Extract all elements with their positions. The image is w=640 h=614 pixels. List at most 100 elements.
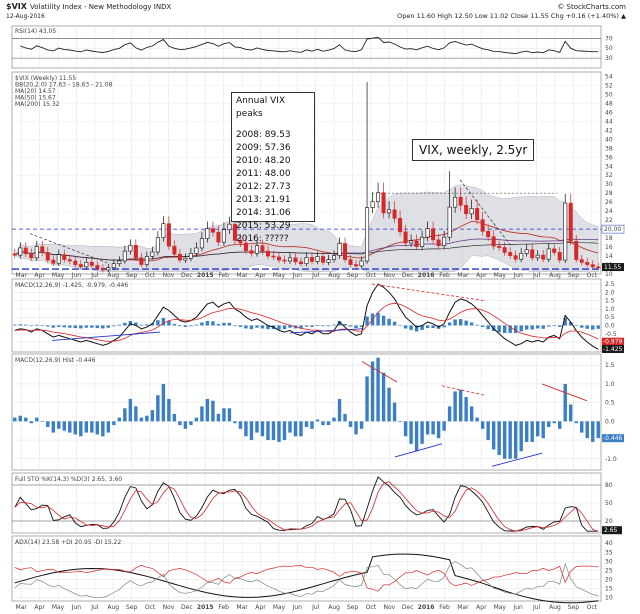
y-tick-label: 0.5 <box>605 400 615 407</box>
macd-hist-bar <box>40 325 44 327</box>
macd-panel-frame <box>11 278 602 353</box>
candle <box>491 236 496 247</box>
chart-date: 12-Aug-2016 <box>6 13 45 20</box>
panels: 70 50 30 RSI(14) 43.05 54 52 50 48 46 44 42 40 38 36 3… <box>11 25 625 604</box>
macd-hist-bar <box>18 324 22 326</box>
candle <box>557 252 562 261</box>
chart-canvas: $VIX Volatility Index - New Methodology … <box>6 2 626 611</box>
x-tick-label: Feb <box>218 272 229 279</box>
hist-bar <box>332 417 336 422</box>
y-tick-label: 26 <box>605 199 613 206</box>
hist-bar <box>51 421 55 433</box>
hist-bar <box>502 421 507 459</box>
hist-bar <box>293 421 298 437</box>
x-tick-label: Apr <box>34 604 45 611</box>
hist-bar <box>255 421 259 433</box>
hist-bar <box>354 421 358 435</box>
y-tick-label: 14 <box>605 253 613 260</box>
x-tick-label: Jun <box>71 604 82 611</box>
hist-bar <box>106 421 111 433</box>
y-tick-label: 50 <box>605 91 613 98</box>
candle <box>420 236 425 247</box>
candle <box>442 236 447 247</box>
hist-bar <box>387 387 391 422</box>
y-tick-label: 0.0 <box>605 322 615 329</box>
annual-peaks-box: Annual VIX peaks 2008: 89.53 2009: 57.36… <box>231 92 315 244</box>
x-tick-label: 2015 <box>197 604 214 611</box>
header: $VIX Volatility Index - New Methodology … <box>6 2 626 20</box>
macd-hist-bar <box>106 325 111 328</box>
hist-bar <box>524 421 529 442</box>
hist-bar <box>486 421 490 441</box>
hist-bar <box>591 421 595 442</box>
x-tick-label: Oct <box>587 604 598 611</box>
hist-bar <box>128 398 133 422</box>
value-tag: -1.425 <box>603 346 623 353</box>
hist-bar <box>299 421 303 437</box>
macd-hist-bar <box>403 325 408 329</box>
peak-line: 2013: 21.91 <box>236 195 291 205</box>
candle <box>84 262 89 268</box>
x-tick-label: Aug <box>107 604 119 611</box>
y-tick-label: 38 <box>605 145 613 152</box>
hist-bar <box>563 383 567 422</box>
hist-bar <box>271 421 276 441</box>
y-tick-label: 16 <box>605 244 613 251</box>
hist-bar <box>420 421 424 444</box>
y-tick-label: 1.5 <box>605 298 615 305</box>
macd-hist-bar <box>101 325 105 329</box>
hist-bar <box>464 397 468 422</box>
hist-bar <box>508 421 512 459</box>
candle <box>343 243 348 260</box>
x-tick-label: Apr <box>476 604 487 611</box>
macd-hist-bar <box>238 325 243 327</box>
macd-hist-bar <box>200 322 204 326</box>
macd-hist-bar <box>596 325 600 329</box>
y-tick-label: 10 <box>605 594 613 601</box>
candle <box>337 243 342 256</box>
hist-bar <box>288 421 292 433</box>
y-tick-label: 0.5 <box>605 314 615 321</box>
hist-bar <box>233 421 237 424</box>
macd-hist-bar <box>211 321 215 326</box>
x-tick-label: Nov <box>163 272 175 279</box>
x-tick-label: Jul <box>532 604 541 611</box>
x-tick-label: Dec <box>181 272 193 279</box>
hist-bar <box>13 417 17 422</box>
hist-bar <box>409 421 413 444</box>
x-tick-label: Jun <box>512 272 523 279</box>
rsi-panel: 70 50 30 RSI(14) 43.05 <box>11 25 613 69</box>
candle <box>210 228 215 233</box>
macd-hist-bar <box>123 322 127 326</box>
macd-hist-bar <box>260 325 265 329</box>
macd-hist-bar <box>282 325 287 330</box>
value-tag: -0.446 <box>603 435 623 442</box>
x-tick-label: Mar <box>236 604 248 611</box>
y-tick-label: 36 <box>605 154 613 161</box>
macd-hist-bar <box>519 325 523 332</box>
x-tick-label: Dec <box>181 604 193 611</box>
x-tick-label: May <box>494 272 507 279</box>
hist-bar <box>585 421 589 439</box>
candle <box>464 205 469 215</box>
candle <box>590 264 595 268</box>
x-tick-label: Nov <box>383 272 395 279</box>
x-tick-label: Mar <box>457 604 469 611</box>
stochastic-panel: 80 50 20 Full STO %K(14,3) %D(3) 2.65, 3.60… <box>11 472 622 535</box>
adx-label: ADX(14) 23.58 +DI 20.95 -DI 15.22 <box>15 539 121 546</box>
hist-bar <box>458 389 463 422</box>
macd-hist-bar <box>117 324 122 326</box>
macd-hist-bar <box>222 322 226 326</box>
y-tick-label: 30 <box>605 558 613 565</box>
macd-hist-bar <box>497 325 501 333</box>
y-tick-label: 35 <box>605 549 613 556</box>
macd-hist-bar <box>156 320 160 326</box>
x-tick-label: Jul <box>90 272 99 279</box>
candle <box>161 223 166 238</box>
hist-bar <box>95 421 100 435</box>
macd-hist-bar <box>68 325 72 328</box>
rsi-label: RSI(14) 43.05 <box>15 28 56 35</box>
hist-bar <box>150 410 155 422</box>
x-tick-label: Feb <box>439 272 450 279</box>
x-tick-label: Oct <box>366 272 377 279</box>
